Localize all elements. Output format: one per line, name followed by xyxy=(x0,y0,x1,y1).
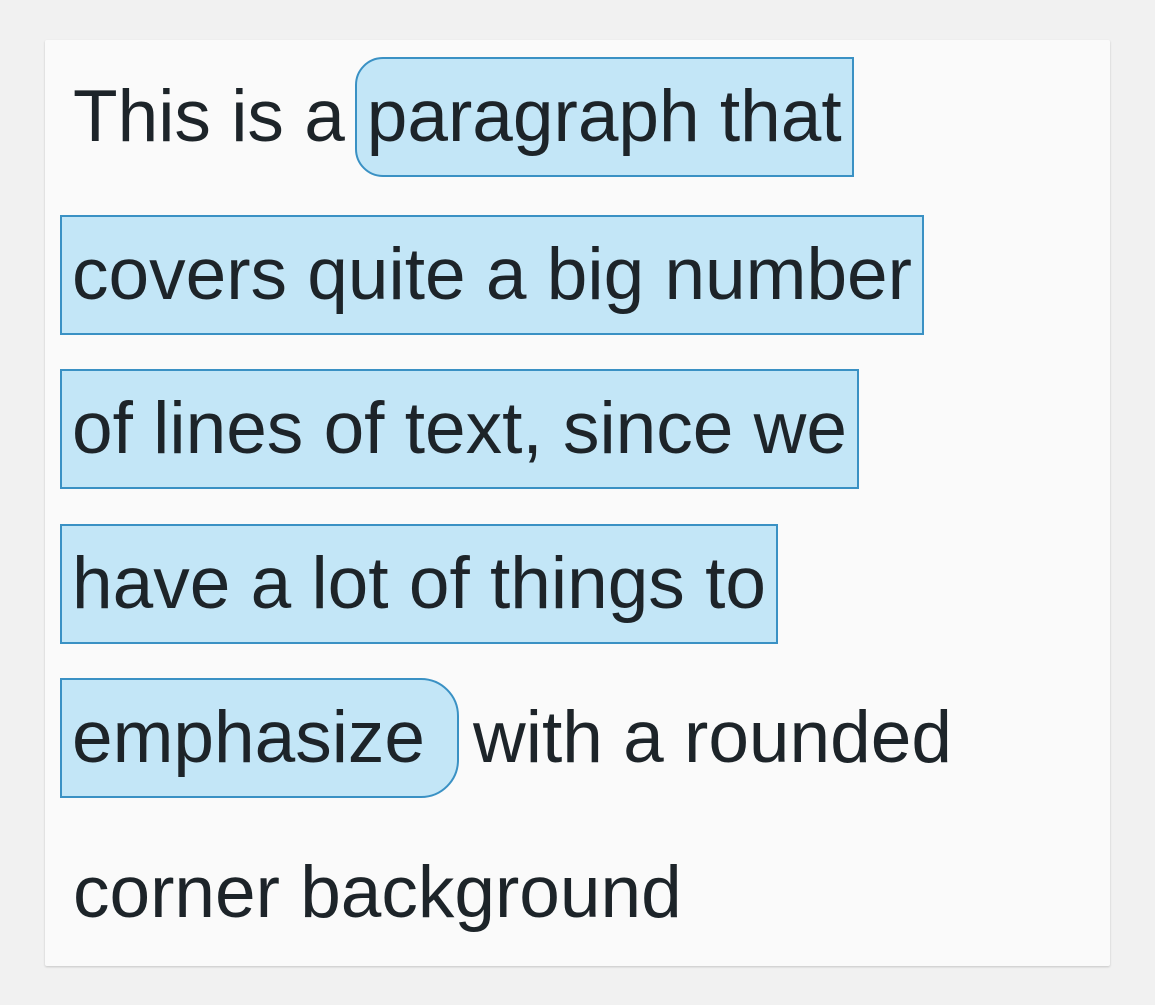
paragraph-line-6: corner background xyxy=(73,833,682,953)
paragraph-line-2: covers quite a big number xyxy=(60,215,924,335)
highlight-span-line: have a lot of things to xyxy=(60,524,778,644)
paragraph-text-after-highlight: with a rounded xyxy=(473,697,952,778)
paragraph-text-trailing: corner background xyxy=(73,852,682,933)
highlight-span-start: paragraph that xyxy=(354,57,854,177)
highlight-span-line: covers quite a big number xyxy=(60,215,924,335)
paragraph-line-4: have a lot of things to xyxy=(60,524,778,644)
paragraph-line-3: of lines of text, since we xyxy=(60,369,859,489)
paragraph-text-before-highlight: This is a xyxy=(73,76,345,157)
text-card: This is a paragraph that covers quite a b… xyxy=(45,40,1110,966)
paragraph-line-5: emphasize with a rounded xyxy=(60,678,952,798)
paragraph-line-1: This is a paragraph that xyxy=(73,57,854,177)
highlight-span-end: emphasize xyxy=(60,678,460,798)
highlight-span-line: of lines of text, since we xyxy=(60,369,859,489)
